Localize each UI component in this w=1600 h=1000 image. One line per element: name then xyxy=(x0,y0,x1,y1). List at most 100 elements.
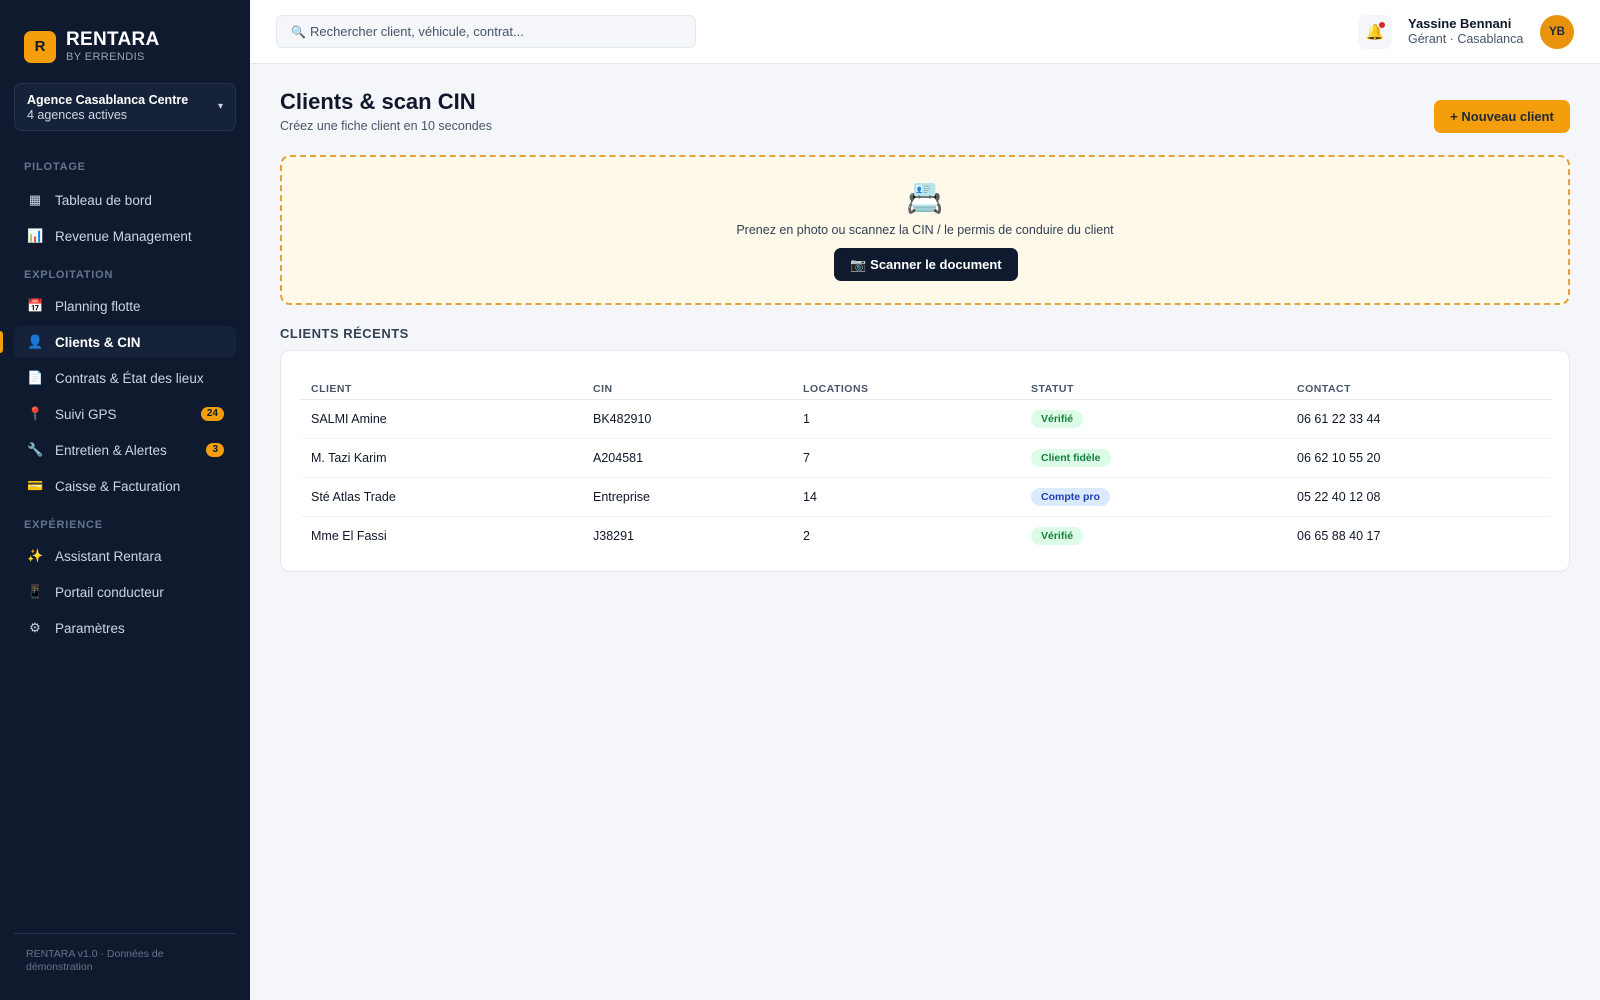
status-badge: Vérifié xyxy=(1031,526,1084,545)
brand-subtitle: BY ERRENDIS xyxy=(66,51,145,63)
contact-cell: 06 61 22 33 44 xyxy=(1287,399,1551,439)
cin-cell: A204581 xyxy=(583,438,793,478)
table-row[interactable]: Mme El Fassi J38291 2 Vérifié 06 65 88 40 17 xyxy=(301,516,1551,555)
sidebar-item-label: Tableau de bord xyxy=(55,192,152,208)
scan-instructions: Prenez en photo ou scannez la CIN / le p… xyxy=(736,223,1114,237)
scan-dropzone[interactable]: 📇 Prenez en photo ou scannez la CIN / le… xyxy=(280,155,1570,305)
brand[interactable]: R RENTARA BY ERRENDIS xyxy=(24,30,160,63)
sidebar-item-assistant[interactable]: ✨ Assistant Rentara xyxy=(14,540,236,572)
sidebar-item-parametres[interactable]: ⚙ Paramètres xyxy=(14,612,236,644)
sidebar-item-label: Contrats & État des lieux xyxy=(55,370,204,386)
chart-icon: 📊 xyxy=(27,228,44,243)
sidebar-item-contrats[interactable]: 📄 Contrats & État des lieux xyxy=(14,362,236,394)
sidebar-item-label: Assistant Rentara xyxy=(55,548,162,564)
chevron-down-icon: ▾ xyxy=(217,101,223,112)
page-title: Clients & scan CIN xyxy=(280,89,476,114)
column-header-client: CLIENT xyxy=(301,369,583,400)
column-header-cin: CIN xyxy=(583,369,793,400)
topbar: 🔍 🔔 Yassine Bennani Gérant · Casablanca … xyxy=(250,0,1600,64)
sidebar-item-label: Paramètres xyxy=(55,620,125,636)
count-badge: 24 xyxy=(200,407,224,421)
nav-section-pilotage: PILOTAGE xyxy=(24,161,86,173)
user-role: Gérant · Casablanca xyxy=(1408,32,1524,46)
locations-cell: 1 xyxy=(793,399,1021,439)
sidebar-item-label: Clients & CIN xyxy=(55,334,141,350)
sidebar-item-dashboard[interactable]: ▦ Tableau de bord xyxy=(14,184,236,216)
sidebar-item-suivi-gps[interactable]: 📍 Suivi GPS 24 xyxy=(14,398,236,430)
sidebar-item-label: Revenue Management xyxy=(55,228,192,244)
cin-cell: BK482910 xyxy=(583,399,793,439)
calendar-icon: 📅 xyxy=(27,298,44,313)
contact-cell: 06 65 88 40 17 xyxy=(1297,528,1381,543)
active-indicator xyxy=(0,331,3,353)
search-icon: 🔍 xyxy=(291,24,306,39)
locations-cell: 7 xyxy=(793,438,1021,478)
user-icon: 👤 xyxy=(27,334,44,349)
sidebar-footer: RENTARA v1.0 · Données de démonstration xyxy=(14,933,236,974)
sidebar-item-label: Planning flotte xyxy=(55,298,141,314)
sidebar-item-revenue-management[interactable]: 📊 Revenue Management xyxy=(14,220,236,252)
status-cell: Compte pro xyxy=(1021,477,1287,517)
cin-cell: Entreprise xyxy=(583,477,793,517)
user-info[interactable]: Yassine Bennani Gérant · Casablanca xyxy=(1408,16,1523,46)
status-badge: Vérifié xyxy=(1031,409,1084,428)
sidebar-item-entretien[interactable]: 🔧 Entretien & Alertes 3 xyxy=(14,434,236,466)
status-cell: Vérifié xyxy=(1021,516,1287,555)
agency-count: 4 agences actives xyxy=(27,108,128,122)
notification-dot xyxy=(1379,22,1385,28)
brand-name: RENTARA xyxy=(66,29,160,50)
sidebar-item-label: Caisse & Facturation xyxy=(55,478,181,494)
contact-cell: 06 62 10 55 20 xyxy=(1287,438,1551,478)
wrench-icon: 🔧 xyxy=(27,442,44,457)
new-client-button[interactable]: + Nouveau client xyxy=(1434,100,1570,133)
table-header-row: CLIENT CIN LOCATIONS STATUT CONTACT xyxy=(301,369,1551,400)
sidebar-item-portail-conducteur[interactable]: 📱 Portail conducteur xyxy=(14,576,236,608)
sidebar-item-label: Portail conducteur xyxy=(55,584,164,600)
sidebar: R RENTARA BY ERRENDIS Agence Casablanca … xyxy=(0,0,250,1000)
sidebar-item-label: Entretien & Alertes xyxy=(55,442,167,458)
status-cell: Vérifié xyxy=(1021,399,1287,439)
avatar[interactable]: YB xyxy=(1540,15,1574,49)
clients-table: CLIENT CIN LOCATIONS STATUT CONTACT SALM… xyxy=(301,369,1551,555)
page-subtitle: Créez une fiche client en 10 secondes xyxy=(280,119,492,133)
recent-clients-card: CLIENT CIN LOCATIONS STATUT CONTACT SALM… xyxy=(280,350,1570,572)
sidebar-item-planning-flotte[interactable]: 📅 Planning flotte xyxy=(14,290,236,322)
contact-cell: 05 22 40 12 08 xyxy=(1287,477,1551,517)
sidebar-item-clients-cin[interactable]: 👤 Clients & CIN xyxy=(14,326,236,358)
sidebar-item-label: Suivi GPS xyxy=(55,406,117,422)
notifications-button[interactable]: 🔔 xyxy=(1358,15,1392,49)
nav-section-exploitation: EXPLOITATION xyxy=(24,269,114,281)
user-name: Yassine Bennani xyxy=(1408,16,1512,31)
table-row[interactable]: M. Tazi Karim A204581 7 Client fidèle 06 62 … xyxy=(301,438,1551,478)
mobile-icon: 📱 xyxy=(27,584,44,599)
locations-cell: 2 xyxy=(803,528,810,543)
pin-icon: 📍 xyxy=(27,406,44,421)
scan-document-button[interactable]: 📷 Scanner le document xyxy=(834,248,1018,281)
brand-logo-icon: R xyxy=(24,30,56,63)
recent-clients-title: CLIENTS RÉCENTS xyxy=(280,326,409,341)
column-header-locations: LOCATIONS xyxy=(793,369,1021,400)
locations-cell: 14 xyxy=(793,477,1021,517)
table-row[interactable]: SALMI Amine BK482910 1 Vérifié 06 61 22 33 4… xyxy=(301,399,1551,439)
status-badge: Compte pro xyxy=(1031,487,1110,506)
agency-selector[interactable]: Agence Casablanca Centre 4 agences activ… xyxy=(14,83,236,131)
credit-card-icon: 💳 xyxy=(27,478,44,493)
dashboard-icon: ▦ xyxy=(28,192,42,207)
id-card-icon: 📇 xyxy=(906,182,944,215)
sparkles-icon: ✨ xyxy=(27,548,44,563)
gear-icon: ⚙ xyxy=(29,620,41,635)
search-input[interactable] xyxy=(309,24,681,39)
cin-cell: J38291 xyxy=(593,528,635,543)
search-box[interactable]: 🔍 xyxy=(276,15,696,48)
client-name-cell: Mme El Fassi xyxy=(311,528,387,543)
table-row[interactable]: Sté Atlas Trade Entreprise 14 Compte pro 05 … xyxy=(301,477,1551,517)
client-name-cell: SALMI Amine xyxy=(301,399,583,439)
column-header-contact: CONTACT xyxy=(1287,369,1551,400)
sidebar-item-caisse[interactable]: 💳 Caisse & Facturation xyxy=(14,470,236,502)
nav-section-experience: EXPÉRIENCE xyxy=(24,519,103,531)
client-name-cell: M. Tazi Karim xyxy=(301,438,583,478)
document-icon: 📄 xyxy=(27,370,44,385)
client-name-cell: Sté Atlas Trade xyxy=(301,477,583,517)
status-cell: Client fidèle xyxy=(1021,438,1287,478)
agency-name: Agence Casablanca Centre xyxy=(27,93,189,107)
